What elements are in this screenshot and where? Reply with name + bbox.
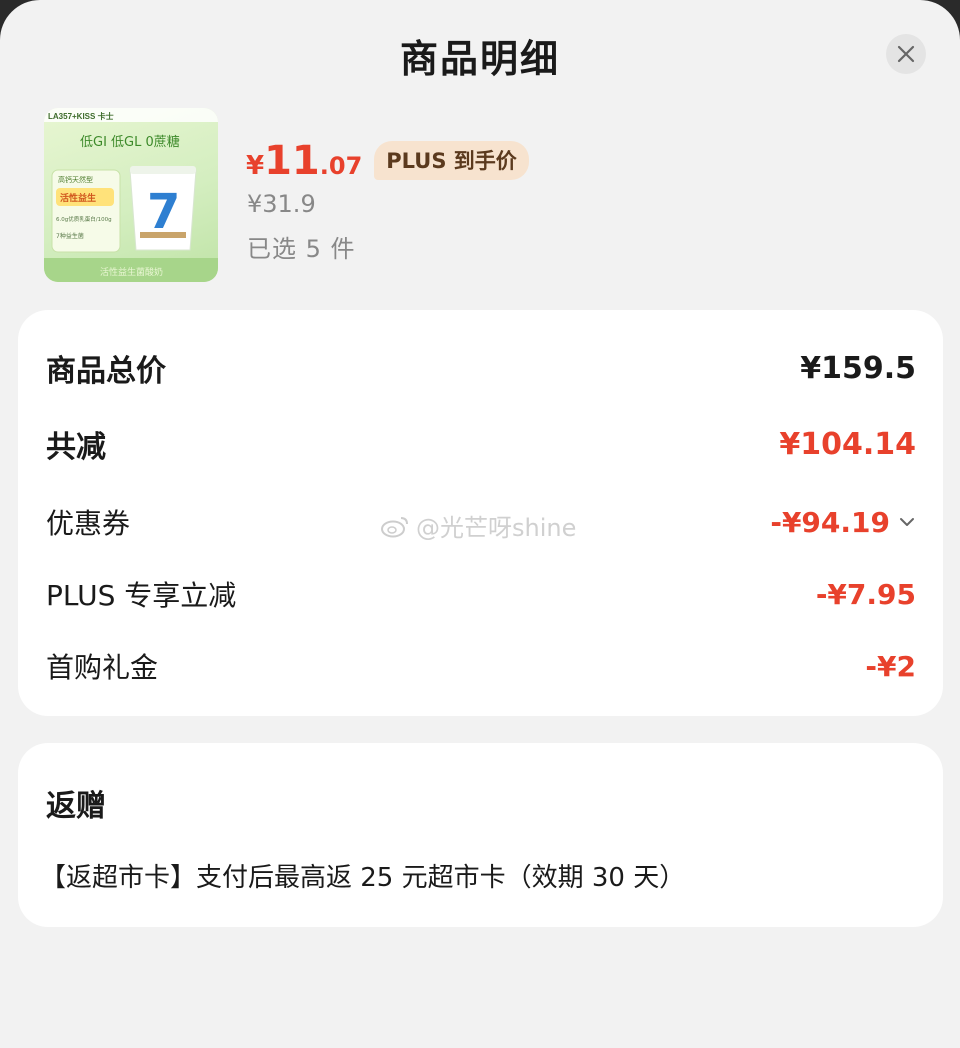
product-brand-text: LA357+KISS 卡士	[48, 111, 114, 121]
first-purchase-label: 首购礼金	[46, 651, 159, 684]
summary-row-total: 商品总价 ¥159.5	[46, 346, 916, 390]
product-detail-sheet: 商品明细 LA357+KISS 卡士 低GI 低GL 0蔗糖 高钙天然型 活性益…	[0, 0, 960, 1048]
watermark: @光芒呀shine	[380, 508, 576, 543]
plus-price: ¥ 11 .07 PLUS 到手价	[246, 138, 529, 188]
first-purchase-value: -¥2	[865, 649, 916, 683]
weibo-icon	[381, 516, 408, 537]
selected-count: 已选 5 件	[247, 235, 356, 263]
product-footer-text: 活性益生菌酸奶	[100, 266, 163, 278]
coupon-value-group[interactable]: -¥94.19	[770, 506, 916, 539]
discount-value: ¥104.14	[779, 426, 916, 462]
badge-line1-text: 6.0g优质乳蛋白/100g	[56, 215, 112, 223]
badge-mid-text: 活性益生	[60, 192, 96, 204]
total-value: ¥159.5	[800, 350, 916, 386]
discount-label: 共减	[46, 430, 106, 465]
plus-discount-label: PLUS 专享立减	[46, 579, 237, 612]
gift-card: 返赠 【返超市卡】支付后最高返 25 元超市卡（效期 30 天）	[18, 743, 943, 927]
page-title: 商品明细	[399, 37, 560, 81]
cup-number: 7	[147, 184, 180, 240]
price-decimal: .07	[319, 152, 363, 180]
gift-description: 【返超市卡】支付后最高返 25 元超市卡（效期 30 天）	[40, 863, 686, 893]
badge-line2-text: 7种益生菌	[56, 232, 84, 240]
original-price: ¥31.9	[247, 190, 316, 218]
yogurt-product-illustration: LA357+KISS 卡士 低GI 低GL 0蔗糖 高钙天然型 活性益生 6.0…	[44, 108, 218, 282]
summary-row-plus: PLUS 专享立减 -¥7.95	[46, 574, 916, 614]
product-image[interactable]: LA357+KISS 卡士 低GI 低GL 0蔗糖 高钙天然型 活性益生 6.0…	[44, 108, 218, 282]
coupon-label: 优惠券	[46, 507, 131, 540]
price-integer: 11	[264, 138, 320, 184]
product-slogan-text: 低GI 低GL 0蔗糖	[80, 134, 180, 150]
gift-title: 返赠	[46, 789, 106, 824]
plus-discount-value: -¥7.95	[815, 577, 916, 611]
total-label: 商品总价	[46, 354, 166, 389]
price-currency: ¥	[246, 151, 265, 181]
coupon-value: -¥94.19	[770, 505, 890, 539]
chevron-down-icon[interactable]	[898, 513, 916, 531]
summary-row-first-purchase: 首购礼金 -¥2	[46, 646, 916, 686]
close-button[interactable]	[886, 34, 926, 74]
plus-price-tag: PLUS 到手价	[374, 141, 529, 180]
summary-row-discount: 共减 ¥104.14	[46, 422, 916, 466]
watermark-text: @光芒呀shine	[416, 514, 577, 542]
close-icon	[897, 45, 915, 63]
badge-top-text: 高钙天然型	[58, 175, 93, 184]
